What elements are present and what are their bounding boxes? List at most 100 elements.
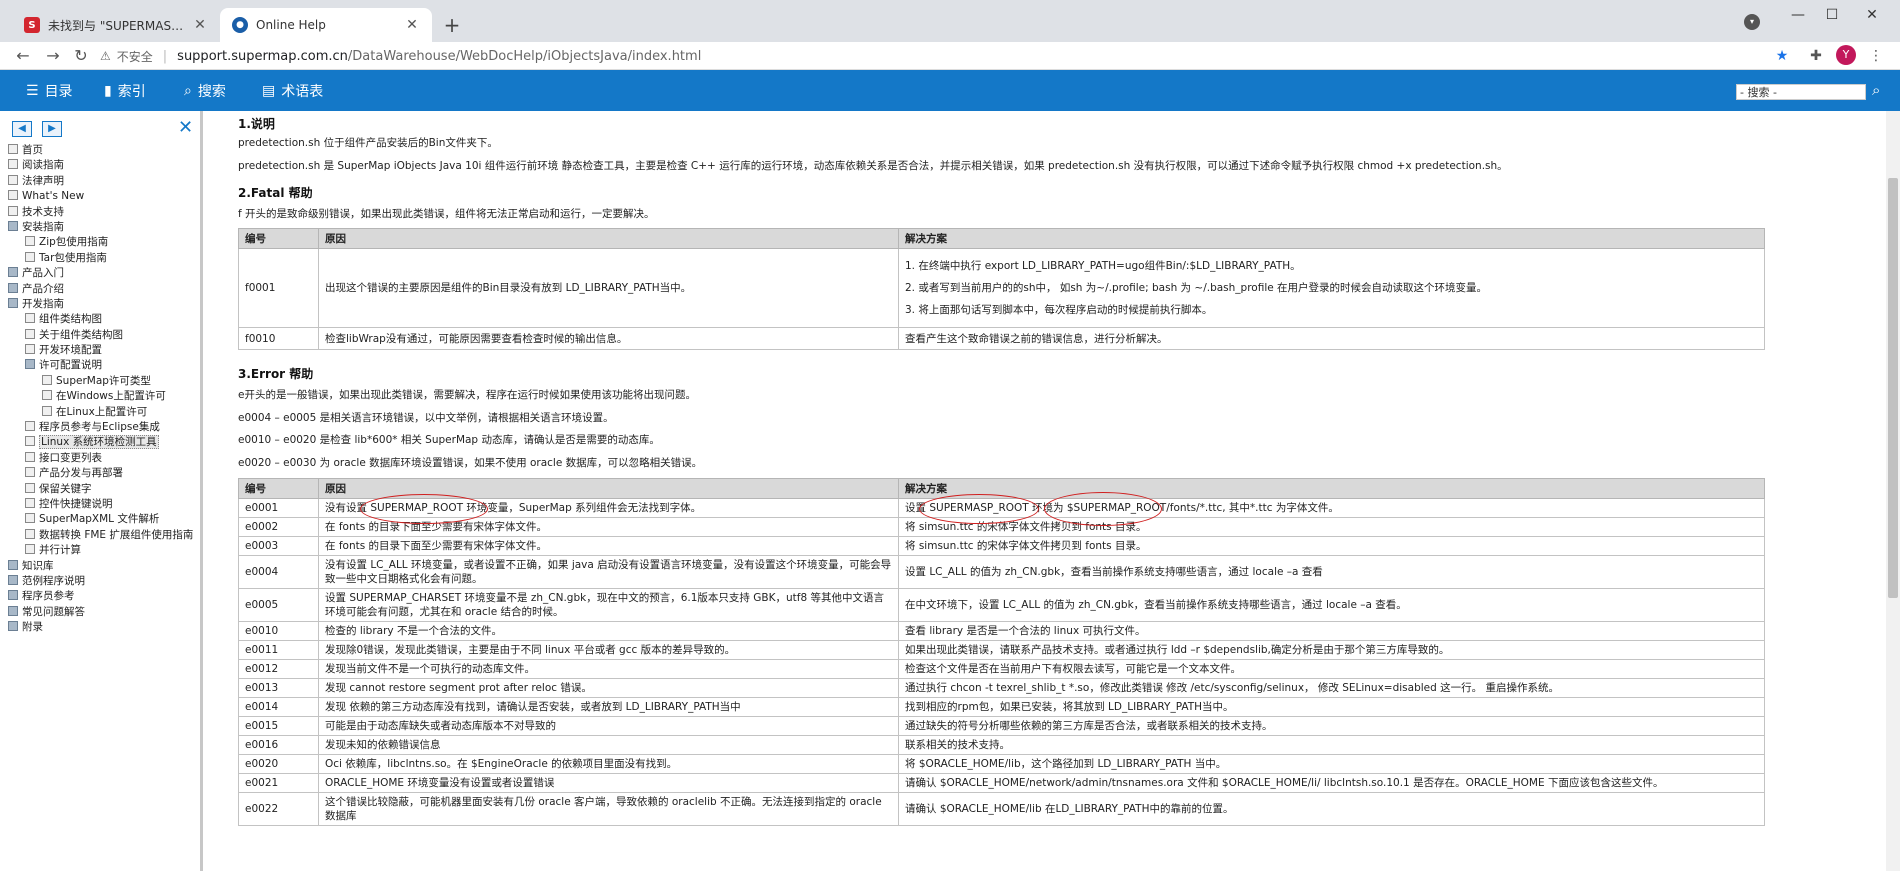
help-search-input[interactable] [1736,84,1866,100]
extensions-icon[interactable]: ✚ [1806,46,1826,66]
close-icon[interactable]: ✕ [192,17,208,33]
toc-item[interactable]: 安装指南 [0,220,200,235]
table-header: 原因 [318,228,899,249]
toc-item[interactable]: 保留关键字 [0,482,200,497]
address-bar[interactable]: ⚠ 不安全 | support.supermap.com.cn/DataWare… [100,44,1760,68]
toc-item-label: 并行计算 [39,544,81,557]
toc-item[interactable]: 法律声明 [0,174,200,189]
page-icon [8,159,18,170]
search-icon[interactable]: ⌕ [1872,81,1880,99]
toc-item[interactable]: 常见问题解答 [0,605,200,620]
error-solution: 通过缺失的符号分析哪些依赖的第三方库是否合法，或者联系相关的技术支持。 [898,716,1765,736]
profile-avatar[interactable]: Y [1836,45,1856,65]
table-row: f0001 出现这个错误的主要原因是组件的Bin目录没有放到 LD_LIBRAR… [238,248,1765,328]
toc-item[interactable]: 开发环境配置 [0,343,200,358]
table-row: e0005 设置 SUPERMAP_CHARSET 环境变量不是 zh_CN.gb… [238,588,1765,622]
page-icon [25,528,35,539]
toc-item[interactable]: 在Linux上配置许可 [0,405,200,420]
window-close-icon[interactable]: ✕ [1852,4,1892,26]
menu-kebab-icon[interactable]: ⋮ [1866,46,1886,66]
toc-item[interactable]: 数据转换 FME 扩展组件使用指南 [0,528,200,543]
toc-item[interactable]: 并行计算 [0,543,200,558]
close-icon[interactable]: ✕ [404,17,420,33]
table-row: e0015 可能是由于动态库缺失或者动态库版本不对导致的 通过缺失的符号分析哪些依赖… [238,716,1765,736]
browser-tab-search[interactable]: S 未找到与 "SUPERMASP_ROOT" ✕ [12,8,220,42]
toc-item[interactable]: 产品入门 [0,266,200,281]
toc-item[interactable]: 程序员参考 [0,589,200,604]
toc-item-label: What's New [22,190,85,203]
nav-index[interactable]: ▮ 索引 [104,70,146,111]
toc-item-label: 保留关键字 [39,482,92,495]
section-heading: 2.Fatal 帮助 [238,186,313,200]
toc-item[interactable]: Zip包使用指南 [0,235,200,250]
new-tab-button[interactable]: + [438,12,466,40]
toc-item-label: 阅读指南 [22,159,64,172]
page-icon [25,313,35,324]
toc-item-label: 在Windows上配置许可 [56,390,166,403]
tab-search-icon[interactable]: ▾ [1744,14,1760,30]
book-icon [8,282,18,293]
toc-close-icon[interactable]: ✕ [178,117,193,138]
reload-icon[interactable]: ↻ [70,45,92,67]
toc-item[interactable]: SuperMapXML 文件解析 [0,512,200,527]
nav-glossary[interactable]: ▤ 术语表 [262,70,323,111]
paragraph: e0020 – e0030 为 oracle 数据库环境设置错误，如果不使用 o… [238,457,703,469]
toc-item[interactable]: 许可配置说明 [0,358,200,373]
toc-item-label: 开发指南 [22,297,64,310]
not-secure-label[interactable]: 不安全 [117,48,153,65]
url-path: /DataWarehouse/WebDocHelp/iObjectsJava/i… [347,48,702,64]
toc-item-label: 数据转换 FME 扩展组件使用指南 [39,528,194,541]
nav-contents[interactable]: ☰ 目录 [26,70,73,111]
toc-item-label: 附录 [22,621,43,634]
book-icon [8,297,18,308]
table-row: e0016 发现未知的依赖错误信息 联系相关的技术支持。 [238,735,1765,755]
toc-next-arrow-icon[interactable]: ▶ [42,121,62,137]
error-reason: ORACLE_HOME 环境变量没有设置或者设置错误 [318,773,899,793]
browser-tab-online-help[interactable]: ● Online Help ✕ [220,8,432,42]
toc-item[interactable]: Linux 系统环境检测工具 [0,435,200,450]
table-header: 解决方案 [898,228,1765,249]
page-icon [8,144,18,154]
book-icon [8,621,18,632]
paragraph: predetection.sh 位于组件产品安装后的Bin文件夹下。 [238,137,498,149]
table-row: e0012 发现当前文件不是一个可执行的动态库文件。 检查这个文件是否在当前用户下有… [238,659,1765,679]
page-icon [42,374,52,385]
error-solution: 将 simsun.ttc 的宋体字体文件拷贝到 fonts 目录。 [898,517,1765,537]
toc-item[interactable]: 在Windows上配置许可 [0,389,200,404]
toc-item[interactable]: 产品介绍 [0,282,200,297]
toc-item[interactable]: 阅读指南 [0,158,200,173]
toc-item-label: 关于组件类结构图 [39,328,123,341]
toc-item[interactable]: 接口变更列表 [0,451,200,466]
toc-item[interactable]: 附录 [0,620,200,635]
toc-item-label: 技术支持 [22,205,64,218]
toc-item[interactable]: Tar包使用指南 [0,251,200,266]
error-reason: 检查libWrap没有通过，可能原因需要查看检查时候的输出信息。 [318,327,899,350]
toc-prev-arrow-icon[interactable]: ◀ [12,121,32,137]
supermap-favicon-icon: S [24,17,40,33]
error-code: f0010 [238,327,319,350]
toc-item-label: 范例程序说明 [22,574,85,587]
bookmark-star-icon[interactable]: ★ [1772,46,1792,66]
toc-item[interactable]: 产品分发与再部署 [0,466,200,481]
scrollbar-thumb[interactable] [1888,178,1898,598]
page-icon [25,421,35,432]
maximize-icon[interactable]: ☐ [1812,4,1852,26]
toc-item[interactable]: 首页 [0,143,200,158]
toc-item[interactable]: 程序员参考与Eclipse集成 [0,420,200,435]
toc-item[interactable]: 组件类结构图 [0,312,200,327]
toc-item[interactable]: SuperMap许可类型 [0,374,200,389]
toc-item[interactable]: What's New [0,189,200,204]
table-row: e0021 ORACLE_HOME 环境变量没有设置或者设置错误 请确认 $ORAC… [238,773,1765,793]
toc-item[interactable]: 开发指南 [0,297,200,312]
nav-search[interactable]: ⌕ 搜索 [184,70,226,111]
toc-item[interactable]: 知识库 [0,559,200,574]
toc-item-label: 许可配置说明 [39,359,102,372]
toc-item-label: 开发环境配置 [39,344,102,357]
toc-item[interactable]: 关于组件类结构图 [0,328,200,343]
toc-item[interactable]: 范例程序说明 [0,574,200,589]
error-reason: 发现除0错误，发现此类错误，主要是由于不同 linux 平台或者 gcc 版本的… [318,640,899,660]
toc-item[interactable]: 控件快捷键说明 [0,497,200,512]
forward-arrow-icon[interactable]: → [42,45,64,67]
back-arrow-icon[interactable]: ← [12,45,34,67]
toc-item[interactable]: 技术支持 [0,205,200,220]
